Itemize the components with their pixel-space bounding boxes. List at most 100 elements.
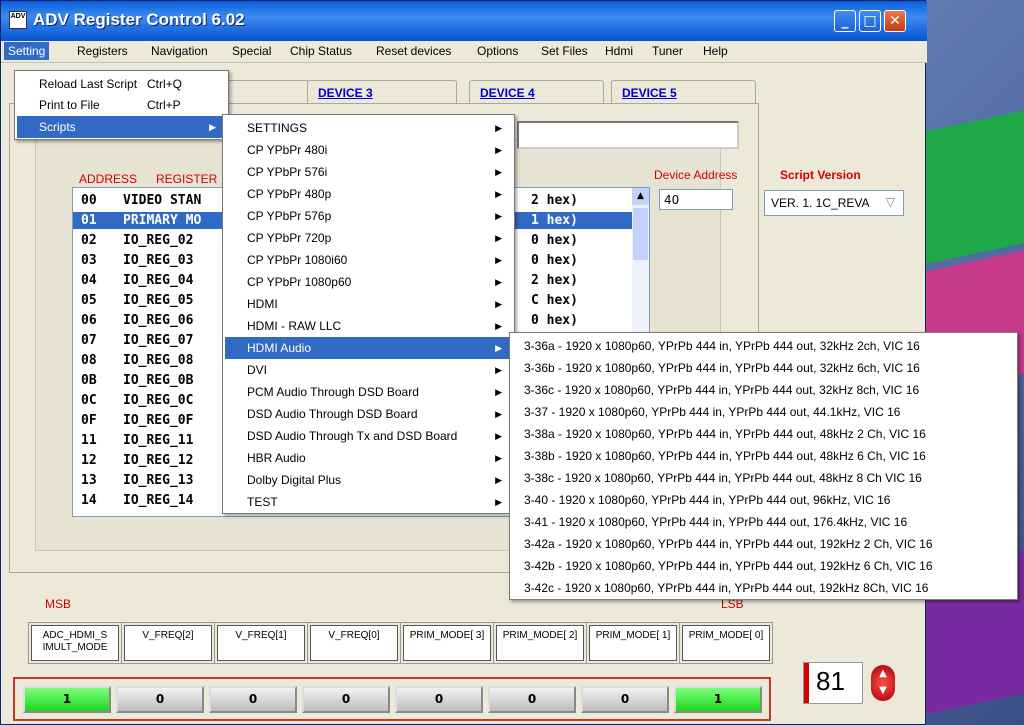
menu-item-label: CP YPbPr 576i [247,165,328,179]
menu-item-label: 3-42b - 1920 x 1080p60, YPrPb 444 in, YP… [524,559,933,573]
device-address-input[interactable]: 40 [659,189,733,210]
script-version-label: Script Version [780,168,861,182]
submenu-arrow-icon: ▶ [495,431,502,441]
menu-hdmi[interactable]: Hdmi [605,44,633,58]
scripts-menu-item[interactable]: Dolby Digital Plus ▶ [225,469,512,491]
scripts-menu-item[interactable]: HBR Audio ▶ [225,447,512,469]
tab-device-3[interactable]: DEVICE 3 [307,80,457,104]
menu-navigation[interactable]: Navigation [151,44,208,58]
scripts-menu-item[interactable]: CP YPbPr 1080p60 ▶ [225,271,512,293]
scripts-menu-item[interactable]: CP YPbPr 576i ▶ [225,161,512,183]
scripts-menu-item[interactable]: HDMI Audio ▶ [225,337,512,359]
register-name: IO_REG_0B [123,373,194,388]
script-version-select[interactable]: VER. 1. 1C_REVA ▽ [764,190,904,216]
scripts-menu-item[interactable]: DSD Audio Through DSD Board ▶ [225,403,512,425]
scripts-menu-item[interactable]: DVI ▶ [225,359,512,381]
scripts-menu-item[interactable]: HDMI - RAW LLC ▶ [225,315,512,337]
hdmi-audio-script-item[interactable]: 3-42c - 1920 x 1080p60, YPrPb 444 in, YP… [512,577,1015,599]
register-name: VIDEO STAN [123,193,202,208]
scripts-menu-item[interactable]: CP YPbPr 480p ▶ [225,183,512,205]
register-address: 0B [81,373,97,388]
bit-toggle-button[interactable]: 0 [209,686,297,713]
hdmi-audio-script-item[interactable]: 3-41 - 1920 x 1080p60, YPrPb 444 in, YPr… [512,511,1015,533]
bit-toggle-button[interactable]: 0 [395,686,483,713]
submenu-arrow-icon: ▶ [495,343,502,353]
maximize-button[interactable]: □ [859,10,881,32]
hdmi-audio-script-item[interactable]: 3-42b - 1920 x 1080p60, YPrPb 444 in, YP… [512,555,1015,577]
scripts-menu-item[interactable]: SETTINGS ▶ [225,117,512,139]
register-name: IO_REG_11 [123,433,194,448]
window-title: ADV Register Control 6.02 [33,10,245,29]
register-address: 12 [81,453,97,468]
hdmi-audio-script-item[interactable]: 3-42a - 1920 x 1080p60, YPrPb 444 in, YP… [512,533,1015,555]
scripts-menu-item[interactable]: CP YPbPr 1080i60 ▶ [225,249,512,271]
minimize-button[interactable]: _ [834,10,856,32]
scripts-menu-item[interactable]: CP YPbPr 720p ▶ [225,227,512,249]
scroll-thumb[interactable] [633,208,648,260]
bit-toggle-button[interactable]: 0 [581,686,669,713]
setting-dropdown: Reload Last Script Ctrl+Q Print to File Ct… [14,70,229,140]
menu-setting[interactable]: Setting [4,42,50,60]
scripts-menu-item[interactable]: DSD Audio Through Tx and DSD Board ▶ [225,425,512,447]
scripts-menu-item[interactable]: PCM Audio Through DSD Board ▶ [225,381,512,403]
submenu-arrow-icon: ▶ [495,145,502,155]
bit-toggle-button[interactable]: 0 [302,686,390,713]
menu-special[interactable]: Special [232,44,271,58]
bit-toggle-button[interactable]: 1 [674,686,762,713]
hdmi-audio-script-item[interactable]: 3-38a - 1920 x 1080p60, YPrPb 444 in, YP… [512,423,1015,445]
submenu-arrow-icon: ▶ [495,475,502,485]
menu-item-label: 3-38b - 1920 x 1080p60, YPrPb 444 in, YP… [524,449,926,463]
bit-toggle-button[interactable]: 0 [488,686,576,713]
scripts-menu-item[interactable]: HDMI ▶ [225,293,512,315]
title-bar[interactable]: ADV ADV Register Control 6.02 _ □ ✕ [1,1,927,41]
hdmi-audio-script-item[interactable]: 3-37 - 1920 x 1080p60, YPrPb 444 in, YPr… [512,401,1015,423]
hdmi-audio-submenu: 3-36a - 1920 x 1080p60, YPrPb 444 in, YP… [509,332,1018,600]
register-name: IO_REG_0C [123,393,194,408]
menu-reset-devices[interactable]: Reset devices [376,44,451,58]
scripts-menu-item[interactable]: CP YPbPr 576p ▶ [225,205,512,227]
submenu-arrow-icon: ▶ [495,255,502,265]
scroll-up-icon[interactable]: ▲ [632,188,649,205]
script-path-field[interactable] [517,121,739,149]
hdmi-audio-script-item[interactable]: 3-36a - 1920 x 1080p60, YPrPb 444 in, YP… [512,335,1015,357]
register-name: IO_REG_04 [123,273,194,288]
bit-toggle-button[interactable]: 0 [116,686,204,713]
menu-item-label: PCM Audio Through DSD Board [247,385,419,399]
submenu-arrow-icon: ▶ [495,497,502,507]
register-hex: C hex) [531,293,578,308]
menu-help[interactable]: Help [703,44,728,58]
hex-value-display[interactable]: 81 [803,662,863,704]
scripts-menu-item[interactable]: CP YPbPr 480i ▶ [225,139,512,161]
register-name: IO_REG_06 [123,313,194,328]
spin-updown-icon[interactable]: ▲ ▼ [871,665,895,701]
hdmi-audio-script-item[interactable]: 3-36c - 1920 x 1080p60, YPrPb 444 in, YP… [512,379,1015,401]
menu-set-files[interactable]: Set Files [541,44,588,58]
hdmi-audio-script-item[interactable]: 3-36b - 1920 x 1080p60, YPrPb 444 in, YP… [512,357,1015,379]
menu-registers[interactable]: Registers [77,44,128,58]
device-address-label: Device Address [654,168,738,182]
menu-item-label: 3-41 - 1920 x 1080p60, YPrPb 444 in, YPr… [524,515,908,529]
hdmi-audio-script-item[interactable]: 3-38c - 1920 x 1080p60, YPrPb 444 in, YP… [512,467,1015,489]
bit-name-label: PRIM_MODE[ 0] [679,622,773,664]
close-button[interactable]: ✕ [884,10,906,32]
register-address: 02 [81,233,97,248]
menu-item-scripts[interactable]: Scripts ▶ [17,116,226,138]
register-name: IO_REG_13 [123,473,194,488]
bit-toggle-button[interactable]: 1 [23,686,111,713]
tab-device-5[interactable]: DEVICE 5 [611,80,756,104]
menu-options[interactable]: Options [477,44,518,58]
register-address: 0C [81,393,97,408]
hdmi-audio-script-item[interactable]: 3-38b - 1920 x 1080p60, YPrPb 444 in, YP… [512,445,1015,467]
tab-device-4[interactable]: DEVICE 4 [469,80,604,104]
scripts-menu-item[interactable]: TEST ▶ [225,491,512,513]
menu-item-print-to-file[interactable]: Print to File Ctrl+P [17,94,226,116]
menu-tuner[interactable]: Tuner [652,44,683,58]
register-column-label: REGISTER [156,172,218,186]
bit-name-label: ADC_HDMI_S IMULT_MODE [28,622,122,664]
menu-item-reload-last-script[interactable]: Reload Last Script Ctrl+Q [17,73,226,95]
register-list-scrollbar[interactable]: ▲ [632,188,649,348]
register-address: 13 [81,473,97,488]
menu-item-label: 3-40 - 1920 x 1080p60, YPrPb 444 in, YPr… [524,493,891,507]
hdmi-audio-script-item[interactable]: 3-40 - 1920 x 1080p60, YPrPb 444 in, YPr… [512,489,1015,511]
menu-chip-status[interactable]: Chip Status [290,44,352,58]
